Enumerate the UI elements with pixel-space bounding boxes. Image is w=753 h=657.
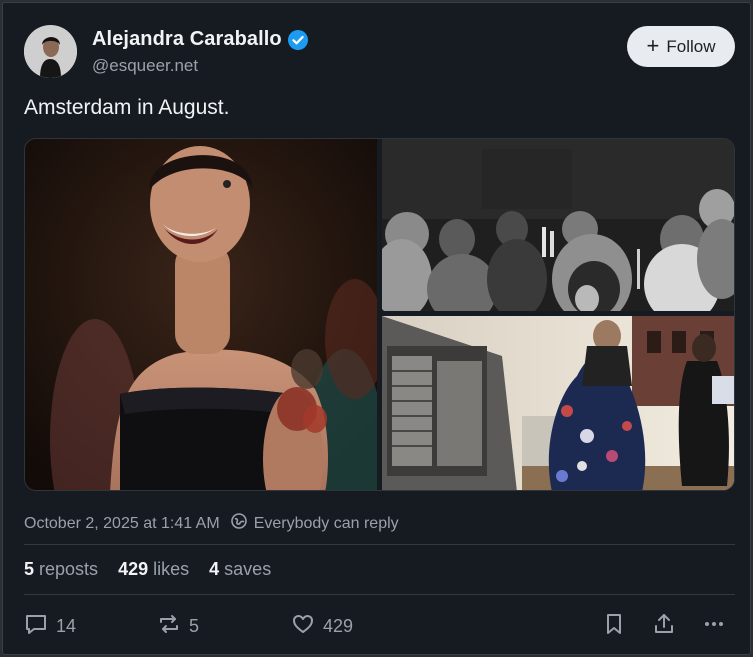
- photo-dinner-crowd[interactable]: [382, 139, 734, 311]
- post-meta: October 2, 2025 at 1:41 AM Everybody can…: [24, 512, 399, 535]
- like-count: 429: [323, 616, 354, 636]
- stat-saves-count: 4: [209, 559, 220, 579]
- plus-icon: +: [646, 32, 660, 58]
- share-button[interactable]: [652, 612, 676, 641]
- reply-icon: [24, 612, 48, 641]
- avatar[interactable]: [24, 25, 77, 78]
- reply-setting: Everybody can reply: [230, 512, 399, 535]
- engagement-stats: 5 reposts 429 likes 4 saves: [24, 559, 271, 580]
- stat-likes-label: likes: [153, 559, 190, 579]
- repost-count: 5: [189, 616, 200, 636]
- action-bar: 14 5 429: [24, 612, 735, 640]
- divider-top: [24, 544, 735, 545]
- repost-button[interactable]: 5: [157, 612, 199, 641]
- post-timestamp[interactable]: October 2, 2025 at 1:41 AM: [24, 515, 220, 533]
- globe-icon: [230, 512, 248, 535]
- bookmark-icon: [602, 612, 626, 641]
- reply-count: 14: [56, 616, 77, 636]
- author-name-row: Alejandra Caraballo: [92, 28, 308, 51]
- follow-button[interactable]: + Follow: [627, 26, 735, 67]
- author-handle[interactable]: @esqueer.net: [92, 56, 198, 76]
- post-text: Amsterdam in August.: [24, 96, 230, 119]
- stat-saves-label: saves: [224, 559, 272, 579]
- media-grid: [24, 138, 735, 491]
- more-button[interactable]: [702, 612, 726, 641]
- stat-likes-count: 429: [118, 559, 149, 579]
- stat-reposts-count: 5: [24, 559, 35, 579]
- reply-setting-label: Everybody can reply: [253, 514, 399, 532]
- divider-bottom: [24, 594, 735, 595]
- like-icon: [291, 612, 315, 641]
- like-button[interactable]: 429: [291, 612, 353, 641]
- more-icon: [702, 612, 726, 641]
- repost-icon: [157, 612, 181, 641]
- reply-button[interactable]: 14: [24, 612, 76, 641]
- stat-reposts[interactable]: 5 reposts: [24, 559, 98, 580]
- verified-icon: [287, 29, 308, 50]
- follow-label: Follow: [666, 36, 716, 56]
- stat-likes[interactable]: 429 likes: [118, 559, 189, 580]
- stat-reposts-label: reposts: [39, 559, 99, 579]
- photo-houseboat-walk[interactable]: [382, 316, 734, 490]
- share-icon: [652, 612, 676, 641]
- bookmark-button[interactable]: [602, 612, 626, 641]
- author-name[interactable]: Alejandra Caraballo: [92, 28, 282, 51]
- stat-saves[interactable]: 4 saves: [209, 559, 271, 580]
- photo-woman-laughing[interactable]: [25, 139, 377, 490]
- post-card: Alejandra Caraballo @esqueer.net + Follo…: [2, 2, 751, 655]
